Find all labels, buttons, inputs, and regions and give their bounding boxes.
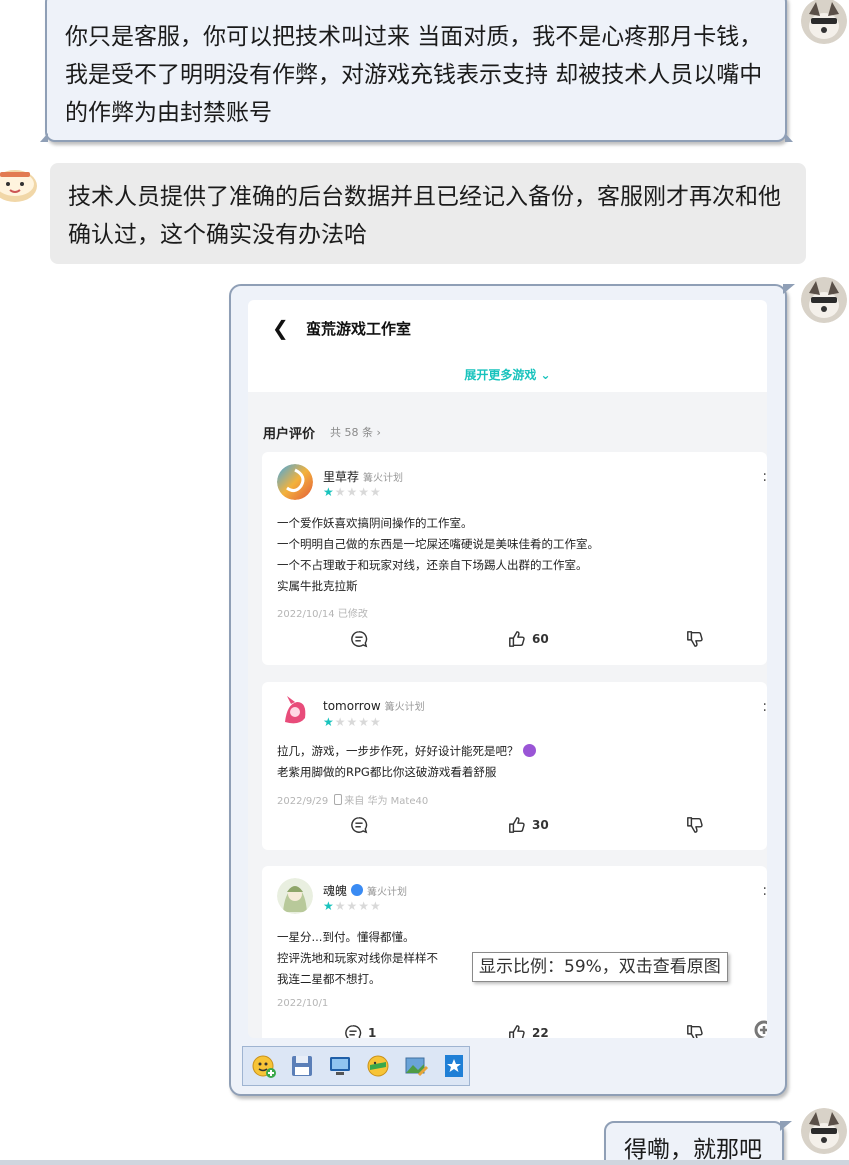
image-toolbar — [242, 1046, 470, 1086]
dislike-button — [686, 630, 704, 648]
reviewer-avatar — [277, 464, 313, 500]
reviewer-tag: 篝火计划 — [384, 702, 425, 713]
more-vertical-icon: · · — [762, 881, 767, 903]
review-meta: 2022/9/29 来自 华为 Mate40 — [277, 792, 428, 807]
bubble-tail — [780, 1121, 792, 1131]
rating-stars: ★★★★★ — [323, 715, 382, 729]
user-avatar-bottom[interactable] — [801, 1108, 847, 1154]
input-area-divider — [0, 1160, 849, 1165]
reviewer-tag: 篝火计划 — [367, 887, 408, 898]
review-line: 我连二星都不想打。 — [277, 972, 381, 986]
review-date: 2022/9/29 — [277, 796, 329, 807]
expand-more-link: 展开更多游戏 ⌄ — [464, 368, 551, 382]
like-button: 30 — [508, 816, 549, 834]
review-line: 拉几，游戏，一步步作死，好好设计能死是吧？ — [277, 741, 536, 762]
message-text: 你只是客服，你可以把技术叫过来 当面对质，我不是心疼那月卡钱，我是受不了明明没有… — [65, 24, 763, 126]
bubble-tail — [783, 284, 795, 294]
reviewer-name: 里草荐 篝火计划 — [323, 470, 404, 484]
save-icon[interactable] — [287, 1051, 317, 1081]
thumbs-down-icon — [687, 631, 703, 647]
thumbs-up-icon — [509, 631, 525, 647]
thumbs-down-icon — [687, 1025, 703, 1038]
dislike-button — [686, 816, 704, 834]
sticker-icon[interactable] — [363, 1051, 393, 1081]
devil-emoji-icon — [522, 744, 536, 757]
chat-message-user[interactable]: 得嘞，就那吧 — [604, 1121, 792, 1165]
review-date: 2022/10/14 已修改 — [277, 609, 368, 620]
reviewer-name: tomorrow 篝火计划 — [323, 699, 425, 713]
message-text: 技术人员提供了准确的后台数据并且已经记入备份，客服刚才再次和他确认过，这个确实没… — [68, 184, 781, 248]
phone-icon — [334, 794, 343, 805]
rating-stars: ★★★★★ — [323, 485, 382, 499]
reviewer-avatar — [277, 878, 313, 914]
like-button: 60 — [508, 630, 549, 648]
reviews-count: 共 58 条 › — [330, 426, 381, 439]
chat-message-user[interactable]: 你只是客服，你可以把技术叫过来 当面对质，我不是心疼那月卡钱，我是受不了明明没有… — [40, 0, 793, 142]
reviews-title: 用户评价 — [263, 427, 316, 442]
reviewer-tag: 篝火计划 — [363, 473, 404, 484]
comment-button: 1 — [344, 1024, 376, 1038]
dislike-button — [686, 1024, 704, 1038]
comment-icon — [351, 631, 368, 648]
like-count: 60 — [532, 632, 549, 646]
review-line: 实属牛批克拉斯 — [277, 579, 358, 593]
review-line: 一个明明自己做的东西是一坨屎还嘴硬说是美味佳肴的工作室。 — [277, 537, 599, 551]
bubble-tail — [785, 133, 793, 142]
review-line: 一星分...到付。懂得都懂。 — [277, 930, 415, 944]
screen-icon[interactable] — [325, 1051, 355, 1081]
like-button: 22 — [508, 1024, 549, 1038]
review-line: 一个爱作妖喜欢搞阴间操作的工作室。 — [277, 516, 473, 530]
review-card: tomorrow 篝火计划 ★★★★★ · · 拉几，游戏，一步步作死，好好设计能死… — [262, 682, 767, 850]
like-count: 30 — [532, 818, 549, 832]
comment-button — [350, 630, 374, 648]
comment-count: 1 — [368, 1026, 377, 1038]
zoom-ratio-tooltip: 显示比例：59%，双击查看原图 — [472, 952, 728, 982]
more-vertical-icon: · · — [762, 697, 767, 719]
review-device: 来自 华为 Mate40 — [344, 796, 429, 807]
comment-button — [350, 816, 374, 834]
service-avatar[interactable] — [0, 160, 38, 206]
zoom-in-icon[interactable] — [752, 1018, 767, 1038]
expand-row: 展开更多游戏 ⌄ — [248, 356, 767, 392]
verified-badge-icon — [351, 884, 364, 896]
review-card: 里草荐 篝火计划 ★★★★★ · · 一个爱作妖喜欢搞阴间操作的工作室。 一个明明自… — [262, 452, 767, 665]
review-line: 一个不占理敢于和玩家对线，还亲自下场踢人出群的工作室。 — [277, 558, 588, 572]
chevron-left-icon: ❮ — [272, 316, 289, 340]
user-avatar-top[interactable] — [801, 0, 847, 44]
review-actions: 60 — [262, 630, 767, 654]
like-count: 22 — [532, 1026, 549, 1038]
thumbs-down-icon — [687, 817, 703, 833]
chat-message-service[interactable]: 技术人员提供了准确的后台数据并且已经记入备份，客服刚才再次和他确认过，这个确实没… — [50, 163, 806, 264]
emoji-add-icon[interactable] — [249, 1051, 279, 1081]
review-actions: 1 22 — [262, 1024, 767, 1038]
reviewer-avatar — [277, 694, 313, 730]
screenshot-image[interactable]: ❮ 蛮荒游戏工作室 展开更多游戏 ⌄ 用户评价 共 58 条 › 里草荐 篝火计划… — [248, 300, 767, 1038]
user-avatar-image[interactable] — [801, 277, 847, 323]
screenshot-header: ❮ 蛮荒游戏工作室 — [248, 300, 767, 356]
favorite-icon[interactable] — [439, 1051, 469, 1081]
comment-icon — [345, 1025, 362, 1038]
studio-title: 蛮荒游戏工作室 — [306, 320, 412, 338]
reviewer-name: 魂魄 篝火计划 — [323, 884, 408, 898]
review-date: 2022/10/1 — [277, 998, 329, 1009]
more-vertical-icon: · · — [762, 467, 767, 489]
review-actions: 30 — [262, 816, 767, 840]
comment-icon — [351, 817, 368, 834]
thumbs-up-icon — [509, 1025, 525, 1038]
rating-stars: ★★★★★ — [323, 899, 382, 913]
bubble-tail — [40, 133, 48, 142]
image-edit-icon[interactable] — [401, 1051, 431, 1081]
chat-image-message[interactable]: ❮ 蛮荒游戏工作室 展开更多游戏 ⌄ 用户评价 共 58 条 › 里草荐 篝火计划… — [229, 284, 795, 1096]
review-line: 老紫用脚做的RPG都比你这破游戏看着舒服 — [277, 765, 497, 779]
review-line: 控评洗地和玩家对线你是样样不 — [277, 951, 438, 965]
thumbs-up-icon — [509, 817, 525, 833]
